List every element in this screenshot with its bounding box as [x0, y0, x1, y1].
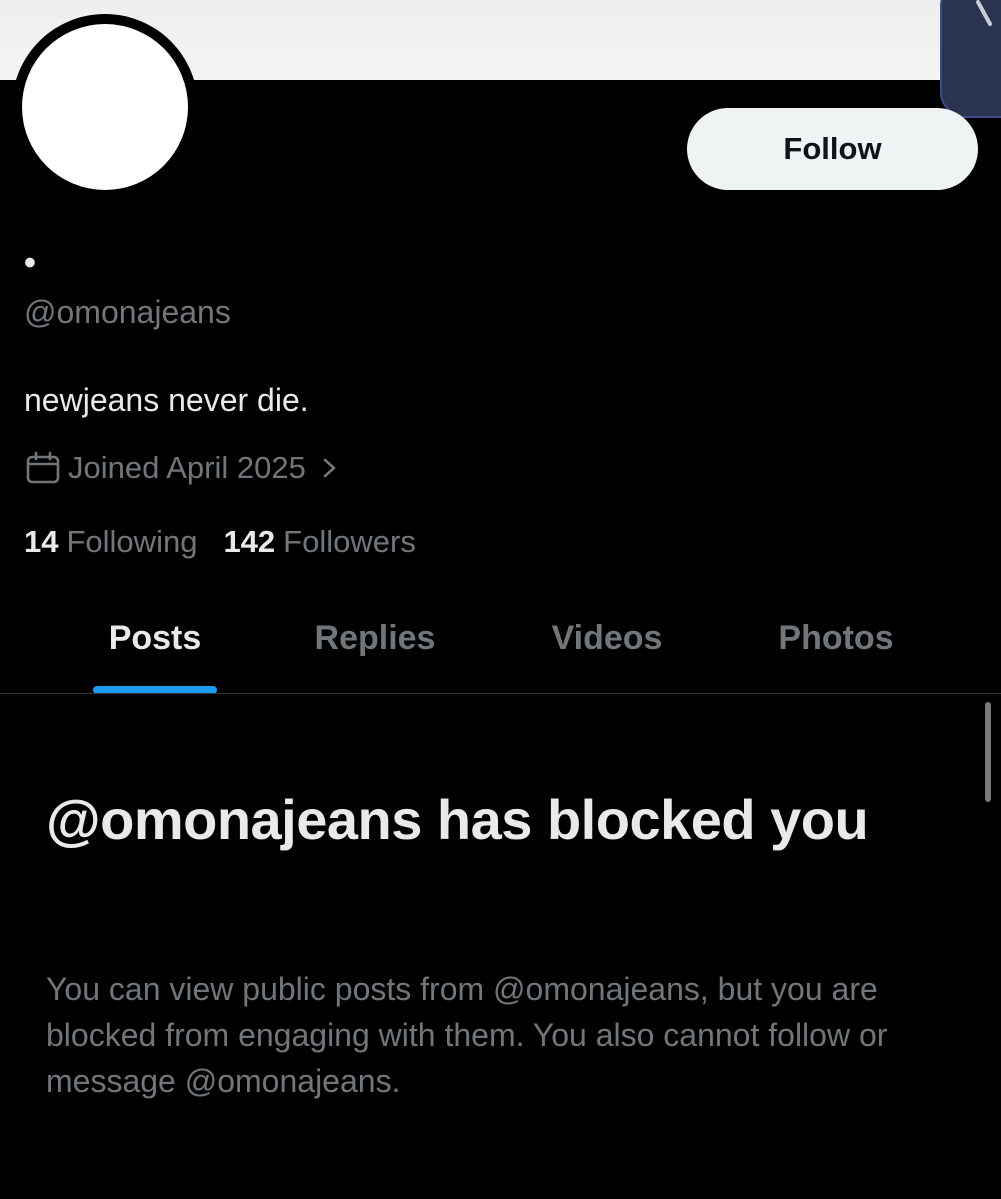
joined-date-label: Joined April 2025 [68, 450, 306, 485]
display-name: • [24, 244, 36, 282]
profile-bio: newjeans never die. [24, 382, 309, 418]
tab-videos[interactable]: Videos [507, 594, 707, 682]
tabs-divider [0, 693, 1001, 694]
joined-date-row[interactable]: Joined April 2025 [24, 446, 340, 490]
following-label: Following [66, 524, 198, 559]
tab-posts[interactable]: Posts [60, 594, 250, 682]
profile-tabs: Posts Replies Videos Photos [0, 594, 1001, 694]
calendar-icon [26, 451, 60, 484]
follow-counts: 14 Following 142 Followers [24, 520, 442, 564]
following-link[interactable]: 14 Following [24, 524, 197, 560]
followers-link[interactable]: 142 Followers [223, 524, 415, 560]
blocked-title: @omonajeans has blocked you [46, 788, 869, 851]
tab-photos[interactable]: Photos [736, 594, 936, 682]
tab-replies[interactable]: Replies [275, 594, 475, 682]
scrollbar[interactable] [985, 702, 991, 802]
blocked-message: You can view public posts from @omonajea… [46, 971, 888, 1099]
chevron-right-icon [323, 458, 336, 478]
menu-icon [976, 0, 992, 26]
following-count: 14 [24, 524, 59, 559]
followers-count: 142 [223, 524, 276, 559]
avatar[interactable] [12, 14, 198, 200]
more-menu-button[interactable] [940, 0, 1001, 118]
avatar-image [22, 24, 188, 190]
profile-handle: @omonajeans [24, 294, 231, 330]
follow-button[interactable]: Follow [687, 108, 978, 190]
followers-label: Followers [283, 524, 416, 559]
